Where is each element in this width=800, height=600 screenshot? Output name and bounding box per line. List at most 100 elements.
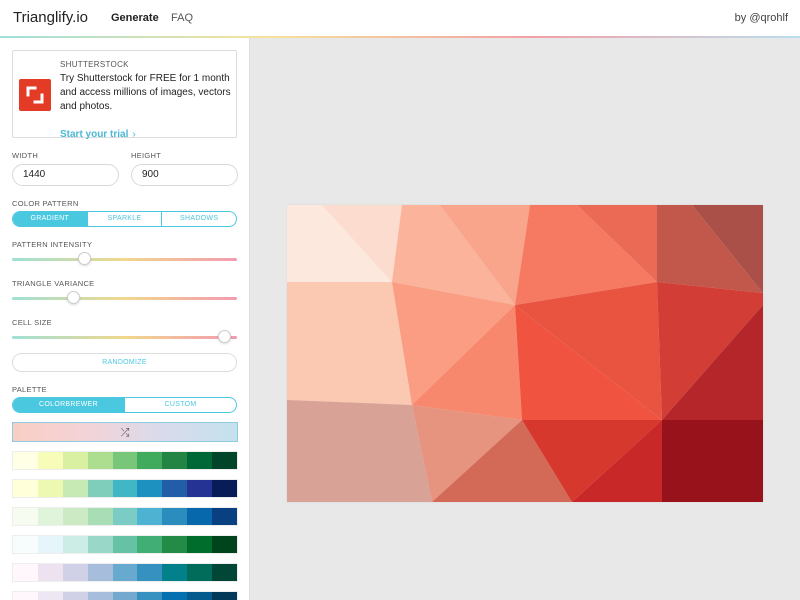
palette-option-row[interactable] (12, 591, 238, 600)
height-label: HEIGHT (131, 151, 162, 160)
palette-swatch (187, 508, 213, 525)
palette-option-row[interactable] (12, 563, 238, 582)
palette-swatch (13, 564, 38, 581)
palette-swatch (112, 564, 138, 581)
palette-swatch (37, 592, 63, 600)
palette-swatch (112, 480, 138, 497)
palette-swatch (62, 480, 88, 497)
pattern-sparkle-option[interactable]: SPARKLE (86, 212, 162, 226)
palette-label: PALETTE (12, 385, 47, 394)
palette-swatch (13, 508, 38, 525)
palette-swatch (137, 564, 163, 581)
palette-swatch (212, 592, 238, 600)
palette-swatch (112, 508, 138, 525)
palette-swatch (162, 480, 188, 497)
palette-swatch (112, 536, 138, 553)
trianglify-preview-image (287, 205, 763, 502)
width-label: WIDTH (12, 151, 39, 160)
palette-swatch (37, 508, 63, 525)
palette-swatch (137, 452, 163, 469)
palette-swatch (162, 508, 188, 525)
palette-swatch (87, 452, 113, 469)
color-pattern-selector: GRADIENT SPARKLE SHADOWS (12, 211, 237, 227)
slider-thumb[interactable] (217, 330, 231, 343)
nav-faq[interactable]: FAQ (171, 12, 193, 24)
palette-swatch (137, 536, 163, 553)
pattern-intensity-slider[interactable] (12, 252, 237, 266)
palette-swatch (187, 452, 213, 469)
randomize-button[interactable]: RANDOMIZE (12, 353, 237, 372)
nav-generate[interactable]: Generate (111, 12, 159, 24)
palette-swatch (112, 592, 138, 600)
palette-swatch (212, 480, 238, 497)
palette-swatch (13, 480, 38, 497)
palette-swatch (162, 452, 188, 469)
pattern-shadows-option[interactable]: SHADOWS (161, 212, 236, 226)
shutterstock-logo-icon (19, 79, 51, 111)
chevron-right-icon: › (132, 129, 136, 140)
ad-card[interactable]: SHUTTERSTOCK Try Shutterstock for FREE f… (12, 50, 237, 140)
palette-swatch (62, 592, 88, 600)
palette-swatch (137, 592, 163, 600)
preview-area (250, 38, 800, 600)
palette-swatch (87, 508, 113, 525)
current-palette-shuffle[interactable]: ⤮ (12, 422, 238, 442)
height-input[interactable]: 900 (131, 164, 238, 186)
palette-type-selector: COLORBREWER CUSTOM (12, 397, 237, 413)
palette-swatch (212, 452, 238, 469)
palette-swatch (62, 564, 88, 581)
app-logo[interactable]: Trianglify.io (13, 9, 88, 26)
color-pattern-label: COLOR PATTERN (12, 199, 79, 208)
triangle-variance-label: TRIANGLE VARIANCE (12, 279, 95, 288)
palette-swatch (162, 592, 188, 600)
ad-brand: SHUTTERSTOCK (60, 60, 129, 69)
palette-swatch (137, 480, 163, 497)
slider-thumb[interactable] (67, 291, 81, 304)
palette-option-row[interactable] (12, 479, 238, 498)
palette-swatch (13, 452, 38, 469)
palette-swatch (37, 536, 63, 553)
shuffle-icon: ⤮ (120, 427, 130, 439)
palette-option-row[interactable] (12, 451, 238, 470)
palette-swatch (187, 564, 213, 581)
palette-swatch (87, 536, 113, 553)
slider-track (12, 336, 237, 339)
palette-swatch (62, 452, 88, 469)
palette-swatch (162, 564, 188, 581)
cell-size-label: CELL SIZE (12, 318, 52, 327)
author-link[interactable]: by @qrohlf (735, 12, 788, 24)
palette-option-row[interactable] (12, 535, 238, 554)
palette-swatch (37, 480, 63, 497)
palette-swatch (212, 508, 238, 525)
ad-cta-link[interactable]: Start your trial › (60, 129, 136, 140)
pattern-gradient-option[interactable]: GRADIENT (13, 212, 87, 226)
width-input[interactable]: 1440 (12, 164, 119, 186)
triangle-variance-slider[interactable] (12, 291, 237, 305)
palette-swatch (13, 536, 38, 553)
top-bar: Trianglify.io Generate FAQ by @qrohlf (0, 0, 800, 37)
ad-cta-label: Start your trial (60, 129, 129, 140)
slider-track (12, 258, 237, 261)
palette-swatch (37, 564, 63, 581)
palette-swatch (162, 536, 188, 553)
palette-swatch (137, 508, 163, 525)
palette-swatch (37, 452, 63, 469)
sidebar: SHUTTERSTOCK Try Shutterstock for FREE f… (0, 38, 250, 600)
palette-colorbrewer-option[interactable]: COLORBREWER (13, 398, 124, 412)
cell-size-slider[interactable] (12, 330, 237, 344)
pattern-intensity-label: PATTERN INTENSITY (12, 240, 93, 249)
palette-swatch (13, 592, 38, 600)
palette-swatch (62, 536, 88, 553)
palette-swatch (112, 452, 138, 469)
palette-swatch (62, 508, 88, 525)
palette-option-row[interactable] (12, 507, 238, 526)
palette-swatch (187, 480, 213, 497)
palette-swatch (187, 592, 213, 600)
palette-swatch (187, 536, 213, 553)
palette-custom-option[interactable]: CUSTOM (124, 398, 236, 412)
slider-track (12, 297, 237, 300)
slider-thumb[interactable] (77, 252, 91, 265)
palette-swatch (87, 592, 113, 600)
palette-swatch (87, 564, 113, 581)
palette-swatch (212, 536, 238, 553)
